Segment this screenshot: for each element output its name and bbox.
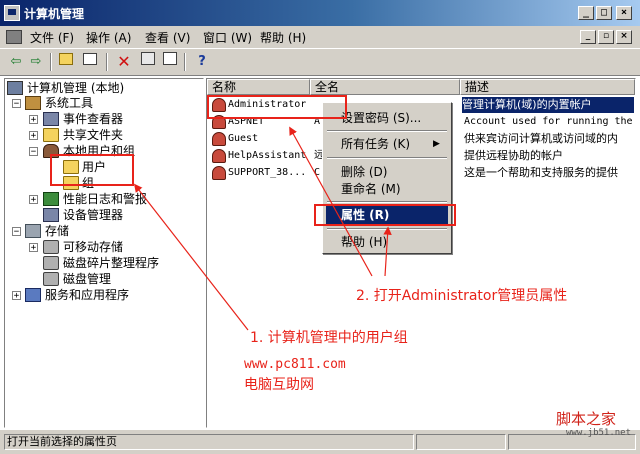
arrow-to-users (133, 183, 249, 331)
annotation-site-url: www.pc811.com (244, 357, 346, 372)
annotation-arrows (133, 126, 392, 331)
annotation-site-name: 电脑互助网 (244, 377, 314, 393)
watermark-url: www.jb51.net (566, 428, 632, 438)
annotation-step1: 1. 计算机管理中的用户组 (250, 330, 408, 346)
watermark-logo: 脚本之家 (556, 410, 617, 428)
arrow-to-properties (383, 226, 392, 277)
annotation-step2: 2. 打开Administrator管理员属性 (356, 288, 568, 304)
arrow-to-administrator (289, 126, 373, 277)
